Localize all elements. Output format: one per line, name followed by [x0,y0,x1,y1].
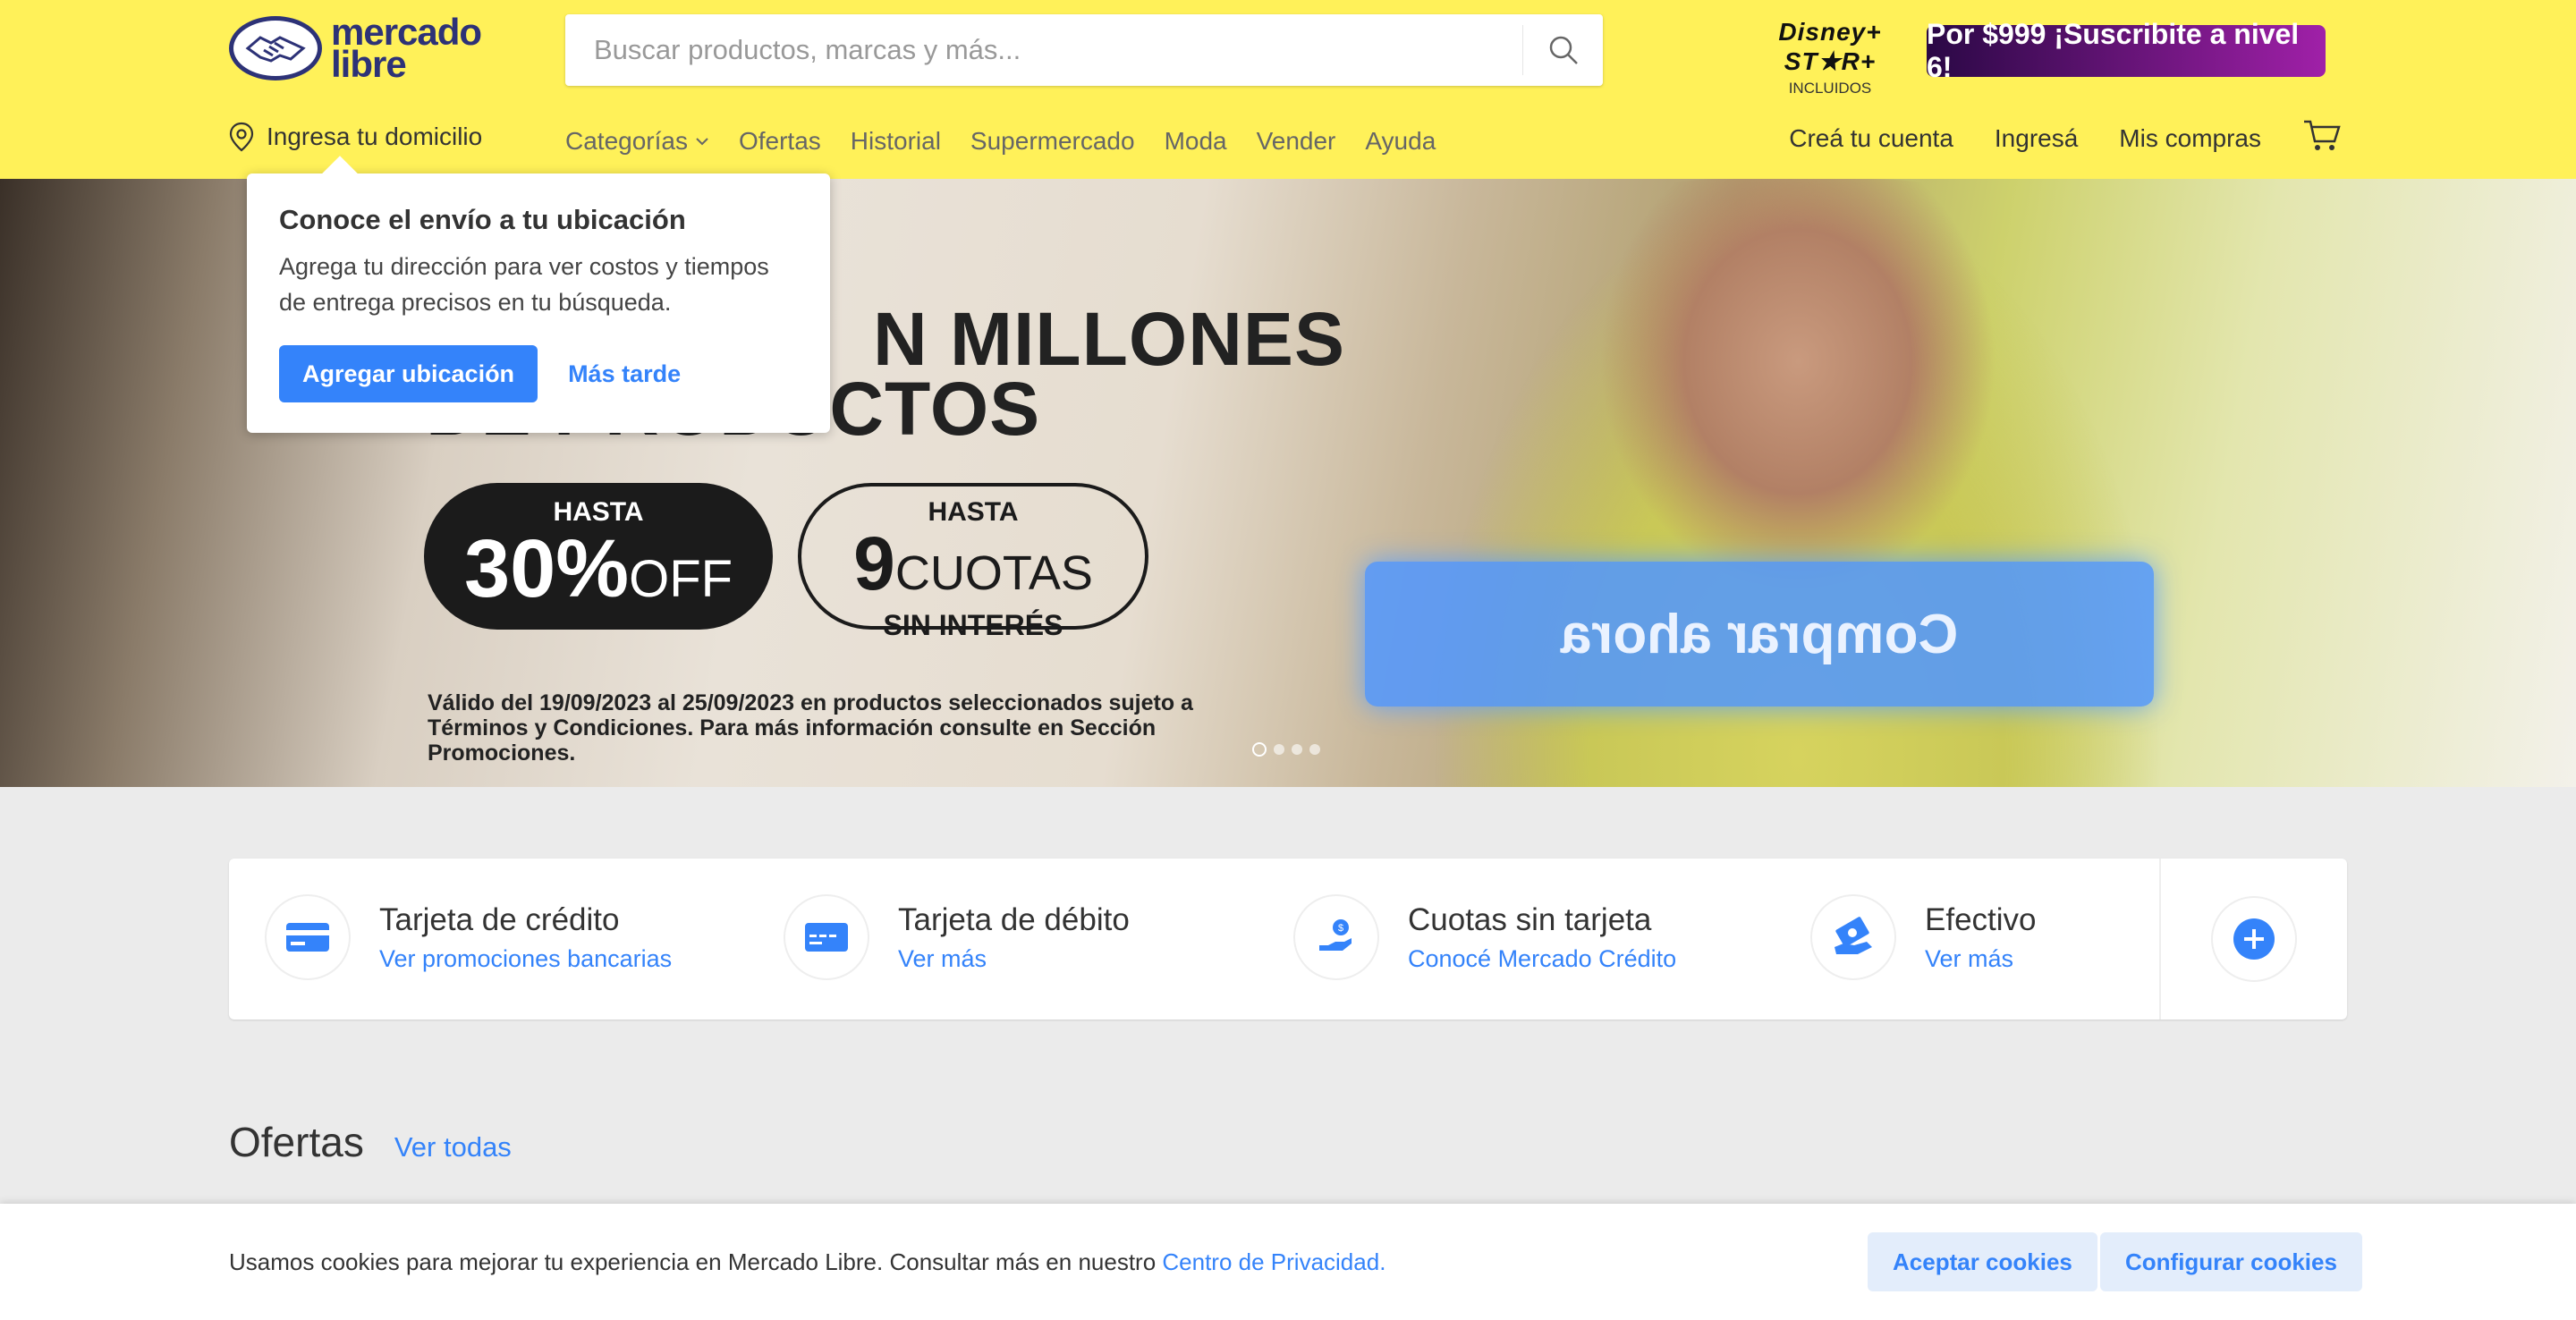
cookie-message: Usamos cookies para mejorar tu experienc… [229,1248,1163,1275]
nav-historial[interactable]: Historial [851,127,941,156]
payment-cash-link[interactable]: Ver más [1925,945,2037,973]
carousel-dot-2[interactable] [1274,744,1284,755]
nav-moda[interactable]: Moda [1165,127,1227,156]
user-nav: Creá tu cuenta Ingresá Mis compras [1748,118,2342,158]
payment-debit-title: Tarjeta de débito [898,901,1130,937]
popover-actions: Agregar ubicación Más tarde [279,345,798,402]
payment-credit-link[interactable]: Ver promociones bancarias [379,945,672,973]
carousel-dots [1252,742,1327,757]
payment-debit-link[interactable]: Ver más [898,945,1130,973]
installments-label: CUOTAS [894,546,1093,600]
payment-installments-link[interactable]: Conocé Mercado Crédito [1408,945,1676,973]
login-link[interactable]: Ingresá [1995,124,2078,153]
mercadolibre-logo[interactable]: mercado libre [229,13,482,85]
hero-legal-line1: Válido del 19/09/2023 al 25/09/2023 en p… [428,690,1193,715]
payment-installments-title: Cuotas sin tarjeta [1408,901,1652,937]
installments-count: 9 [853,521,895,605]
offers-section-header: Ofertas Ver todas [229,1118,512,1166]
installments-badge-bottom: SIN INTERÉS [883,609,1063,641]
credit-card-icon [265,894,351,980]
later-link[interactable]: Más tarde [568,360,681,388]
search-button[interactable] [1522,25,1603,75]
payment-cash-title: Efectivo [1925,901,2037,937]
my-purchases-link[interactable]: Mis compras [2119,124,2261,153]
add-location-button[interactable]: Agregar ubicación [279,345,538,402]
hand-coin-icon: $ [1293,894,1379,980]
handshake-icon [229,16,322,80]
debit-card-icon [784,894,869,980]
payment-cash-text: Efectivo Ver más [1925,902,2037,973]
search-input[interactable] [594,14,1488,86]
plus-icon [2233,918,2275,960]
payment-methods-card: Tarjeta de crédito Ver promociones banca… [229,859,2347,1020]
payment-installments: $ Cuotas sin tarjeta Conocé Mercado Créd… [1293,894,1676,980]
installments-badge-value: 9CUOTAS [801,526,1145,609]
installments-badge: HASTA 9CUOTAS SIN INTERÉS [798,483,1148,641]
nav-vender[interactable]: Vender [1257,127,1336,156]
payment-more [2159,859,2347,1020]
nav-ofertas[interactable]: Ofertas [739,127,821,156]
location-label: Ingresa tu domicilio [267,123,483,150]
payment-credit-text: Tarjeta de crédito Ver promociones banca… [379,902,672,973]
disney-star-promo[interactable]: Disney+ ST★R+ INCLUIDOS [1750,18,1911,97]
cookie-banner: Usamos cookies para mejorar tu experienc… [0,1204,2576,1320]
accept-cookies-button[interactable]: Aceptar cookies [1868,1232,2097,1291]
payment-credit-card: Tarjeta de crédito Ver promociones banca… [265,894,672,980]
payment-installments-text: Cuotas sin tarjeta Conocé Mercado Crédit… [1408,902,1676,973]
hero-legal-text: Válido del 19/09/2023 al 25/09/2023 en p… [428,690,1286,766]
payment-debit-text: Tarjeta de débito Ver más [898,902,1130,973]
offers-title: Ofertas [229,1119,364,1165]
nav-categorias[interactable]: Categorías [565,127,709,156]
nav-categorias-label: Categorías [565,127,688,155]
hero-legal-line2: Términos y Condiciones. Para más informa… [428,715,1157,766]
carousel-dot-1[interactable] [1252,742,1267,757]
discount-off: OFF [629,550,733,608]
chevron-down-icon [696,138,708,146]
carousel-dot-3[interactable] [1292,744,1302,755]
cart-button[interactable] [2302,118,2342,158]
disney-included: INCLUIDOS [1788,80,1872,97]
payment-credit-title: Tarjeta de crédito [379,901,620,937]
disney-brand: Disney+ ST★R+ [1778,18,1882,75]
discount-badge-value: 30%OFF [424,528,773,621]
offers-see-all-link[interactable]: Ver todas [394,1131,512,1163]
privacy-center-link[interactable]: Centro de Privacidad. [1162,1248,1385,1275]
search-icon [1549,36,1578,64]
discount-badge: HASTA 30%OFF [424,483,773,630]
location-pin-icon [229,122,254,152]
nav-ayuda[interactable]: Ayuda [1365,127,1436,156]
cash-icon [1810,894,1896,980]
location-popover: Conoce el envío a tu ubicación Agrega tu… [247,173,830,433]
cart-icon [2304,120,2341,150]
logo-line2: libre [331,43,407,85]
popover-title: Conoce el envío a tu ubicación [279,204,686,235]
create-account-link[interactable]: Creá tu cuenta [1789,124,1953,153]
subscribe-promo-button[interactable]: Por $999 ¡Suscribite a nivel 6! [1927,18,2326,83]
svg-text:$: $ [1338,923,1343,934]
nav-supermercado[interactable]: Supermercado [970,127,1135,156]
location-selector[interactable]: Ingresa tu domicilio [229,122,482,152]
payment-cash: Efectivo Ver más [1810,894,2037,980]
cookie-text: Usamos cookies para mejorar tu experienc… [229,1248,1385,1276]
main-nav: Categorías Ofertas Historial Supermercad… [565,127,1465,156]
payment-debit-card: Tarjeta de débito Ver más [784,894,1130,980]
buy-now-button[interactable]: Comprar ahora [1365,562,2154,707]
configure-cookies-button[interactable]: Configurar cookies [2100,1232,2362,1291]
carousel-dot-4[interactable] [1309,744,1320,755]
header: mercado libre Disney+ ST★R+ INCLUIDOS Po… [0,0,2576,179]
more-payments-button[interactable] [2211,896,2297,982]
logo-text: mercado libre [331,13,482,85]
search-bar [565,14,1603,86]
popover-text: Agrega tu dirección para ver costos y ti… [279,253,769,316]
discount-percent: 30% [463,523,630,614]
